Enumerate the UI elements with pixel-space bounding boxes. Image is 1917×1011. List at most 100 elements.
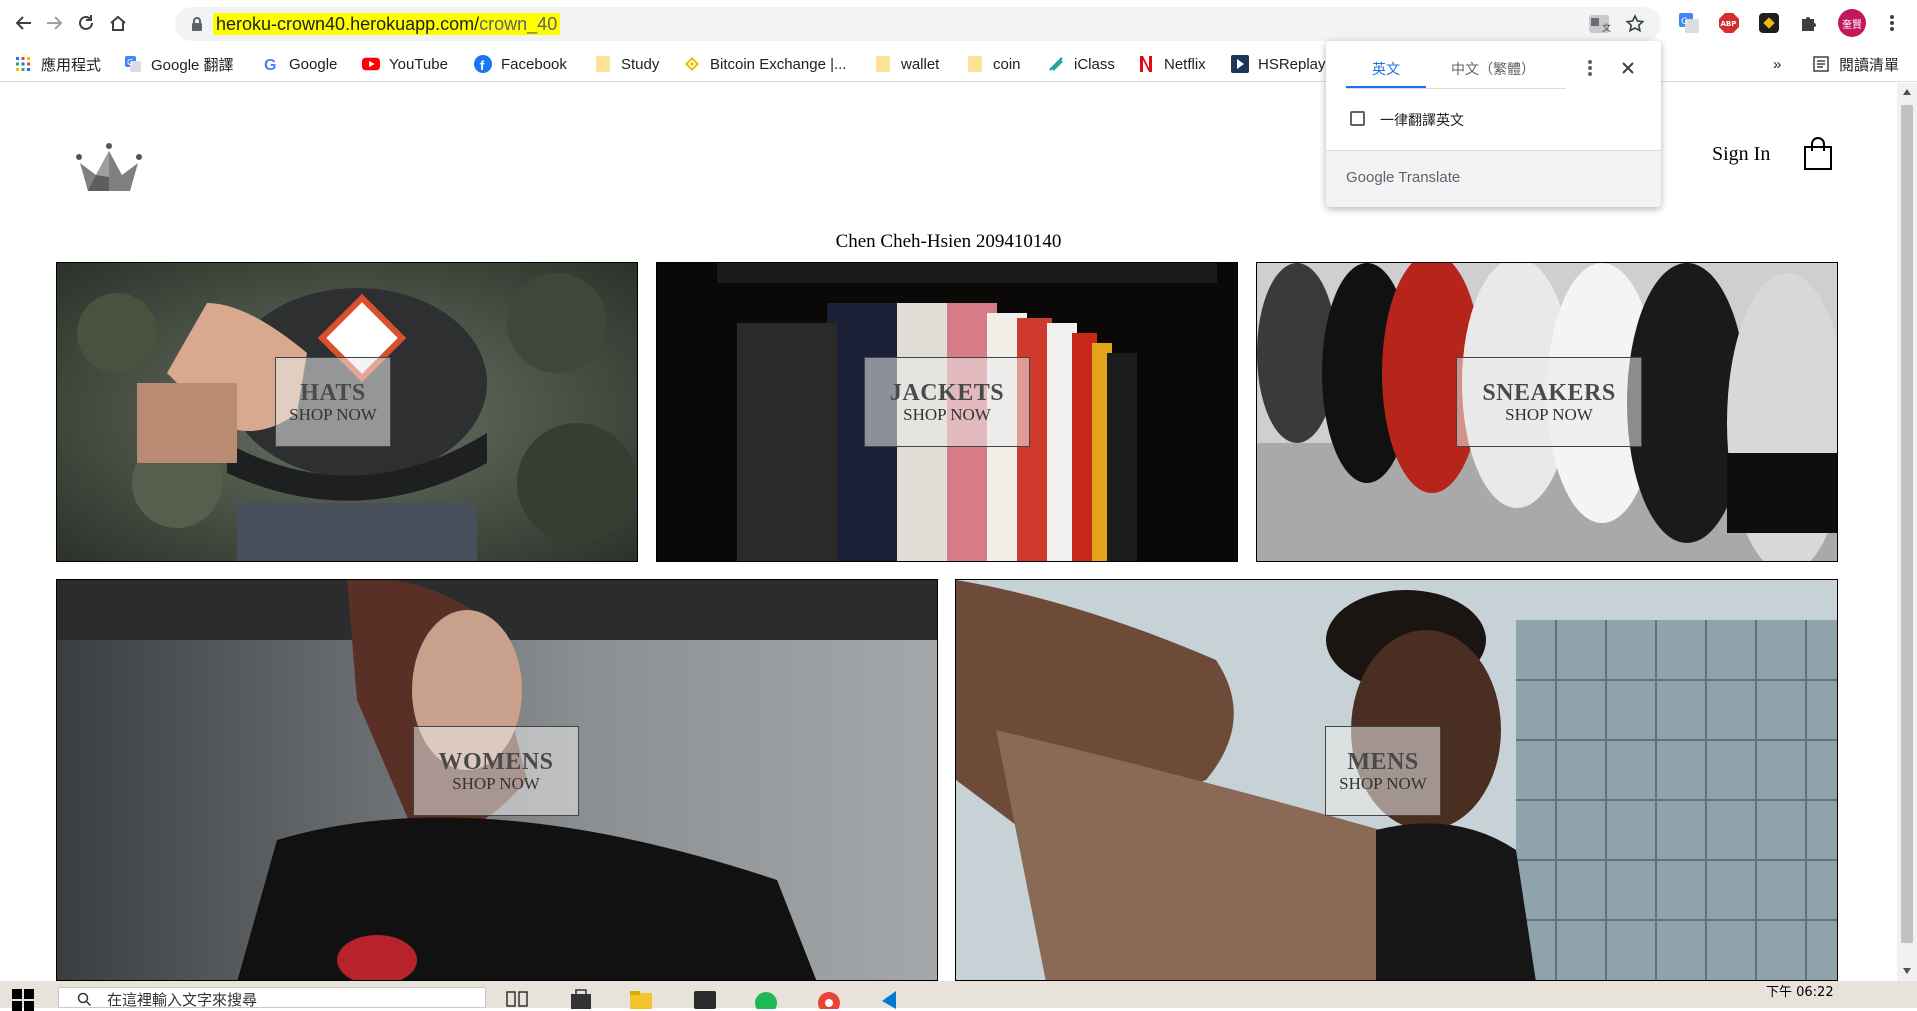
shop-now-link[interactable]: SHOP NOW (1505, 405, 1593, 425)
hsreplay-icon (1231, 55, 1249, 73)
taskbar-clock[interactable]: 下午 06:22 (1766, 981, 1834, 1000)
iclass-icon (1047, 55, 1065, 73)
spotify-icon[interactable] (753, 989, 779, 1009)
category-tile-sneakers[interactable]: SNEAKERS SHOP NOW (1256, 262, 1838, 562)
arrow-right-icon (47, 16, 63, 30)
shop-now-link[interactable]: SHOP NOW (289, 405, 377, 425)
home-icon (110, 15, 126, 31)
shopping-bag-icon[interactable] (1803, 137, 1833, 171)
svg-text:G: G (264, 57, 276, 73)
bookmark-item[interactable]: coin (966, 52, 1021, 76)
youtube-icon (362, 55, 380, 73)
browser-toolbar: heroku-crown40.herokuapp.com/crown_40 文 … (0, 0, 1917, 46)
nav-signin-link[interactable]: Sign In (1712, 143, 1770, 166)
reload-button[interactable] (72, 9, 100, 37)
scroll-up-icon[interactable] (1902, 88, 1912, 96)
shop-now-link[interactable]: SHOP NOW (1339, 774, 1427, 794)
always-translate-label: 一律翻譯英文 (1380, 113, 1464, 129)
translate-options-icon[interactable] (1587, 59, 1593, 77)
svg-text:文: 文 (1602, 22, 1611, 34)
category-title: JACKETS (889, 379, 1005, 406)
arrow-left-icon (15, 16, 31, 30)
reading-list-button[interactable]: 閱讀清單 (1812, 52, 1899, 76)
vscode-icon[interactable] (878, 989, 904, 1009)
lock-icon (192, 17, 202, 31)
folder-icon (594, 55, 612, 73)
scroll-down-icon[interactable] (1902, 967, 1912, 975)
close-icon[interactable] (1621, 61, 1635, 75)
category-title: SNEAKERS (1482, 379, 1616, 406)
category-label-box: WOMENS SHOP NOW (413, 726, 579, 816)
folder-icon (966, 55, 984, 73)
profile-avatar[interactable]: 奎賢 (1838, 9, 1866, 37)
bookmark-item[interactable]: 應用程式 (14, 52, 101, 76)
extensions-puzzle-icon[interactable] (1797, 11, 1821, 35)
bookmark-item[interactable]: G Google (262, 52, 337, 76)
folder-icon (874, 55, 892, 73)
forward-button[interactable] (40, 9, 68, 37)
shop-now-link[interactable]: SHOP NOW (903, 405, 991, 425)
svg-text:G: G (127, 58, 133, 67)
bookmark-item[interactable]: wallet (874, 52, 939, 76)
category-label-box: HATS SHOP NOW (275, 357, 391, 447)
svg-text:f: f (480, 58, 485, 73)
bookmark-item[interactable]: HSReplay (1231, 52, 1326, 76)
student-name-heading: Chen Cheh-Hsien 209410140 (835, 231, 1062, 252)
adblock-plus-icon[interactable]: ABP (1717, 11, 1741, 35)
google-translate-brand: Google Translate (1346, 169, 1461, 186)
binance-icon (683, 55, 701, 73)
category-title: HATS (300, 379, 366, 406)
page-scrollbar[interactable] (1897, 83, 1917, 981)
google-translate-extension-icon[interactable]: G (1677, 11, 1701, 35)
crown-logo-icon[interactable] (74, 141, 144, 197)
back-button[interactable] (10, 9, 38, 37)
category-tile-hats[interactable]: HATS SHOP NOW (56, 262, 638, 562)
address-bar[interactable]: heroku-crown40.herokuapp.com/crown_40 文 (175, 7, 1661, 41)
always-translate-checkbox[interactable] (1350, 111, 1365, 126)
svg-text:ABP: ABP (1721, 20, 1737, 28)
file-explorer-icon[interactable] (628, 989, 654, 1009)
bookmark-star-icon[interactable] (1623, 12, 1647, 36)
scroll-thumb[interactable] (1901, 105, 1913, 943)
taskbar-search-box[interactable]: 在這裡輸入文字來搜尋 (58, 987, 486, 1009)
category-label-box: JACKETS SHOP NOW (864, 357, 1030, 447)
shop-now-link[interactable]: SHOP NOW (452, 774, 540, 794)
facebook-icon: f (474, 55, 492, 73)
active-tab-indicator (1346, 86, 1426, 88)
category-tile-jackets[interactable]: JACKETS SHOP NOW (656, 262, 1238, 562)
svg-text:G: G (1681, 17, 1688, 27)
store-icon[interactable] (568, 989, 594, 1009)
reading-list-icon (1812, 55, 1830, 73)
bookmark-item[interactable]: Netflix (1137, 52, 1206, 76)
bookmarks-overflow-button[interactable]: » (1773, 52, 1781, 76)
task-view-icon[interactable] (504, 989, 530, 1009)
bookmark-item[interactable]: f Facebook (474, 52, 567, 76)
category-tile-womens[interactable]: WOMENS SHOP NOW (56, 579, 938, 981)
chrome-icon[interactable] (816, 989, 842, 1009)
bookmark-item[interactable]: YouTube (362, 52, 448, 76)
translate-tab-target[interactable]: 中文（繁體） (1451, 59, 1535, 79)
bookmark-item[interactable]: Bitcoin Exchange |... (683, 52, 846, 76)
page-viewport: ct Sign In Chen Cheh-Hsien 209410140 HAT… (0, 83, 1897, 981)
google-icon: G (262, 55, 280, 73)
binance-extension-icon[interactable] (1757, 11, 1781, 35)
terminal-app-icon[interactable] (692, 989, 718, 1009)
windows-taskbar: 在這裡輸入文字來搜尋 下午 06:22 (0, 981, 1917, 1011)
bookmark-item[interactable]: Study (594, 52, 659, 76)
translate-tab-source[interactable]: 英文 (1372, 59, 1400, 79)
category-label-box: MENS SHOP NOW (1325, 726, 1441, 816)
apps-grid-icon (14, 55, 32, 73)
translate-popup: 英文 中文（繁體） 一律翻譯英文 Google Translate (1326, 41, 1661, 207)
netflix-icon (1137, 55, 1155, 73)
more-vertical-icon[interactable] (1880, 11, 1904, 35)
translate-page-icon[interactable]: 文 (1587, 12, 1611, 36)
home-button[interactable] (104, 9, 132, 37)
url-text[interactable]: heroku-crown40.herokuapp.com/crown_40 (213, 13, 561, 35)
search-icon (77, 992, 91, 1006)
bookmark-item[interactable]: G Google 翻譯 (124, 52, 234, 76)
category-tile-mens[interactable]: MENS SHOP NOW (955, 579, 1838, 981)
bookmark-item[interactable]: iClass (1047, 52, 1115, 76)
category-title: MENS (1347, 748, 1419, 775)
google-translate-icon: G (124, 55, 142, 73)
category-title: WOMENS (438, 748, 554, 775)
